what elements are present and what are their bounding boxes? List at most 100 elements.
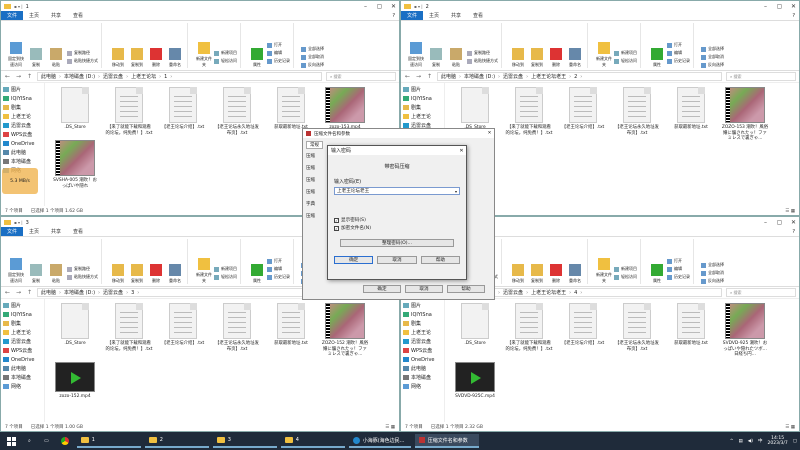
new-folder-button[interactable]: 新建文件夹 — [595, 42, 613, 68]
nav-item[interactable]: 图片 — [3, 85, 42, 94]
file-item[interactable]: 【老王论坛永久地址发布页】.txt — [213, 87, 261, 136]
forward-icon[interactable]: → — [15, 289, 22, 296]
file-item[interactable]: SVDVD-925C.mp4 — [451, 361, 499, 400]
tab-3[interactable]: 查看 — [67, 227, 89, 236]
tab-2[interactable]: 共享 — [45, 227, 67, 236]
breadcrumb-item[interactable]: 此电脑 — [41, 289, 56, 296]
breadcrumb-item[interactable]: 上老王论坛老王 — [531, 289, 566, 296]
browser-task[interactable]: 小海豚(海色边民... — [348, 434, 411, 448]
maximize-icon[interactable]: ▢ — [374, 3, 385, 10]
view-toggle-icon[interactable]: ☰ ▦ — [385, 425, 399, 430]
open-button[interactable]: 打开 — [667, 258, 690, 264]
breadcrumb[interactable]: 此电脑 › 本地磁盘 (D:) › 迅雷云盘 › 上老王论坛 › 1 › — [37, 72, 322, 81]
file-item[interactable]: ZOZO-152 潮吹！風俗嬢に騙されたッ！ファミレスで裏ぎゃ... — [321, 303, 369, 358]
file-item[interactable]: 获取最新地址.txt — [667, 87, 715, 142]
file-item[interactable]: 【老王论坛介绍】.txt — [559, 303, 607, 358]
up-icon[interactable]: ↑ — [26, 289, 33, 296]
paste-button[interactable]: 粘贴 — [47, 264, 65, 284]
breadcrumb-item[interactable]: 迅雷云盘 — [503, 73, 523, 80]
tab-2[interactable]: 共享 — [445, 11, 467, 20]
tab-3[interactable]: 查看 — [467, 11, 489, 20]
explorer-task-2[interactable]: 2 — [144, 434, 209, 448]
move-to-button[interactable]: 移动到 — [109, 264, 127, 284]
move-to-button[interactable]: 移动到 — [109, 48, 127, 68]
input-language[interactable]: 中 — [758, 438, 763, 444]
breadcrumb-item[interactable]: 1 — [164, 74, 167, 80]
explorer-task-1[interactable]: 1 — [76, 434, 141, 448]
nav-item[interactable]: WPS云盘 — [3, 130, 42, 139]
file-item[interactable]: 【老王论坛介绍】.txt — [559, 87, 607, 142]
file-item[interactable]: 获取最新地址.txt — [267, 303, 315, 358]
open-button[interactable]: 打开 — [667, 42, 690, 48]
nav-item[interactable]: IQIYISna — [403, 310, 442, 319]
file-item[interactable]: 【来了就能下载和观看的论坛，纯免费！】.txt — [505, 87, 553, 142]
cancel-button[interactable]: 取消 — [377, 256, 417, 264]
rename-button[interactable]: 重命名 — [166, 264, 184, 284]
rename-button[interactable]: 重命名 — [566, 264, 584, 284]
new-item-button[interactable]: 新建项目 — [214, 266, 237, 272]
view-toggle-icon[interactable]: ☰ ▦ — [785, 425, 799, 430]
close-icon[interactable]: ✕ — [485, 131, 494, 136]
nav-item[interactable]: 图片 — [3, 301, 42, 310]
password-input[interactable]: 上老王论坛老王 ▾ — [334, 187, 460, 195]
edit-button[interactable]: 编辑 — [267, 266, 290, 272]
nav-item[interactable]: IQIYISna — [403, 94, 442, 103]
new-item-button[interactable]: 新建项目 — [614, 266, 637, 272]
chevron-up-icon[interactable]: ^ — [730, 439, 734, 444]
file-item[interactable]: .DS_Store — [51, 303, 99, 358]
help-icon[interactable]: ? — [788, 12, 799, 20]
ok-button[interactable]: 确定 — [334, 256, 374, 264]
pin-button[interactable]: 固定到快速访问 — [7, 258, 25, 284]
start-button[interactable] — [3, 434, 20, 448]
forward-icon[interactable]: → — [415, 73, 422, 80]
history-button[interactable]: 历史记录 — [267, 274, 290, 280]
open-button[interactable]: 打开 — [267, 42, 290, 48]
breadcrumb-item[interactable]: 本地磁盘 (D:) — [64, 73, 95, 80]
file-item[interactable]: .DS_Store — [51, 87, 99, 136]
archive-help-button[interactable]: 帮助 — [447, 285, 485, 293]
paste-shortcut-button[interactable]: 粘贴快捷方式 — [67, 274, 98, 280]
easy-access-button[interactable]: 轻松访问 — [214, 274, 237, 280]
maximize-icon[interactable]: ▢ — [774, 3, 785, 10]
select-all-button[interactable]: 全部选择 — [701, 262, 724, 268]
new-item-button[interactable]: 新建项目 — [614, 50, 637, 56]
breadcrumb-item[interactable]: 2 — [574, 74, 577, 80]
up-icon[interactable]: ↑ — [426, 73, 433, 80]
paste-button[interactable]: 粘贴 — [447, 48, 465, 68]
nav-item[interactable]: 本地磁盘 — [403, 373, 442, 382]
new-folder-button[interactable]: 新建文件夹 — [595, 258, 613, 284]
nav-item[interactable]: 剧集 — [403, 103, 442, 112]
breadcrumb-item[interactable]: 本地磁盘 (D:) — [464, 73, 495, 80]
encrypt-names-checkbox[interactable]: ✓ 加密文件名(N) — [334, 225, 460, 231]
rename-button[interactable]: 重命名 — [166, 48, 184, 68]
manage-passwords-button[interactable]: 整理密码(O)... — [340, 239, 454, 247]
nav-item[interactable]: 本地磁盘 — [3, 373, 42, 382]
nav-item[interactable]: 剧集 — [3, 103, 42, 112]
nav-item[interactable]: 此电脑 — [403, 364, 442, 373]
nav-item[interactable]: IQIYISna — [3, 94, 42, 103]
paste-button[interactable]: 粘贴 — [47, 48, 65, 68]
breadcrumb[interactable]: 此电脑 › 本地磁盘 (D:) › 迅雷云盘 › 3 › — [37, 288, 322, 297]
new-folder-button[interactable]: 新建文件夹 — [195, 42, 213, 68]
easy-access-button[interactable]: 轻松访问 — [214, 58, 237, 64]
nav-item[interactable]: 上老王论 — [403, 112, 442, 121]
select-none-button[interactable]: 全部取消 — [701, 270, 724, 276]
breadcrumb-item[interactable]: 4 — [574, 290, 577, 296]
history-button[interactable]: 历史记录 — [667, 274, 690, 280]
search-input[interactable]: ⌕ 搜索 — [726, 72, 796, 81]
back-icon[interactable]: ← — [404, 73, 411, 80]
paste-shortcut-button[interactable]: 粘贴快捷方式 — [467, 58, 498, 64]
file-item[interactable]: ZOZO-153 潮吹！風俗嬢に騙されたッ！ファミレスで裏ぎゃ... — [721, 87, 769, 142]
close-icon[interactable]: ✕ — [388, 3, 399, 10]
tab-2[interactable]: 共享 — [45, 11, 67, 20]
breadcrumb[interactable]: 此电脑 › 本地磁盘 (D:) › 迅雷云盘 › 上老王论坛老王 › 2 › — [437, 72, 722, 81]
select-none-button[interactable]: 全部取消 — [301, 54, 324, 60]
nav-item[interactable]: 本地磁盘 — [3, 157, 42, 166]
notification-icon[interactable]: ▢ — [793, 439, 797, 444]
pin-button[interactable]: 固定到快速访问 — [7, 42, 25, 68]
close-icon[interactable]: ✕ — [788, 3, 799, 10]
close-icon[interactable]: ✕ — [788, 219, 799, 226]
history-button[interactable]: 历史记录 — [267, 58, 290, 64]
new-folder-button[interactable]: 新建文件夹 — [195, 258, 213, 284]
nav-item[interactable]: 图片 — [403, 85, 442, 94]
